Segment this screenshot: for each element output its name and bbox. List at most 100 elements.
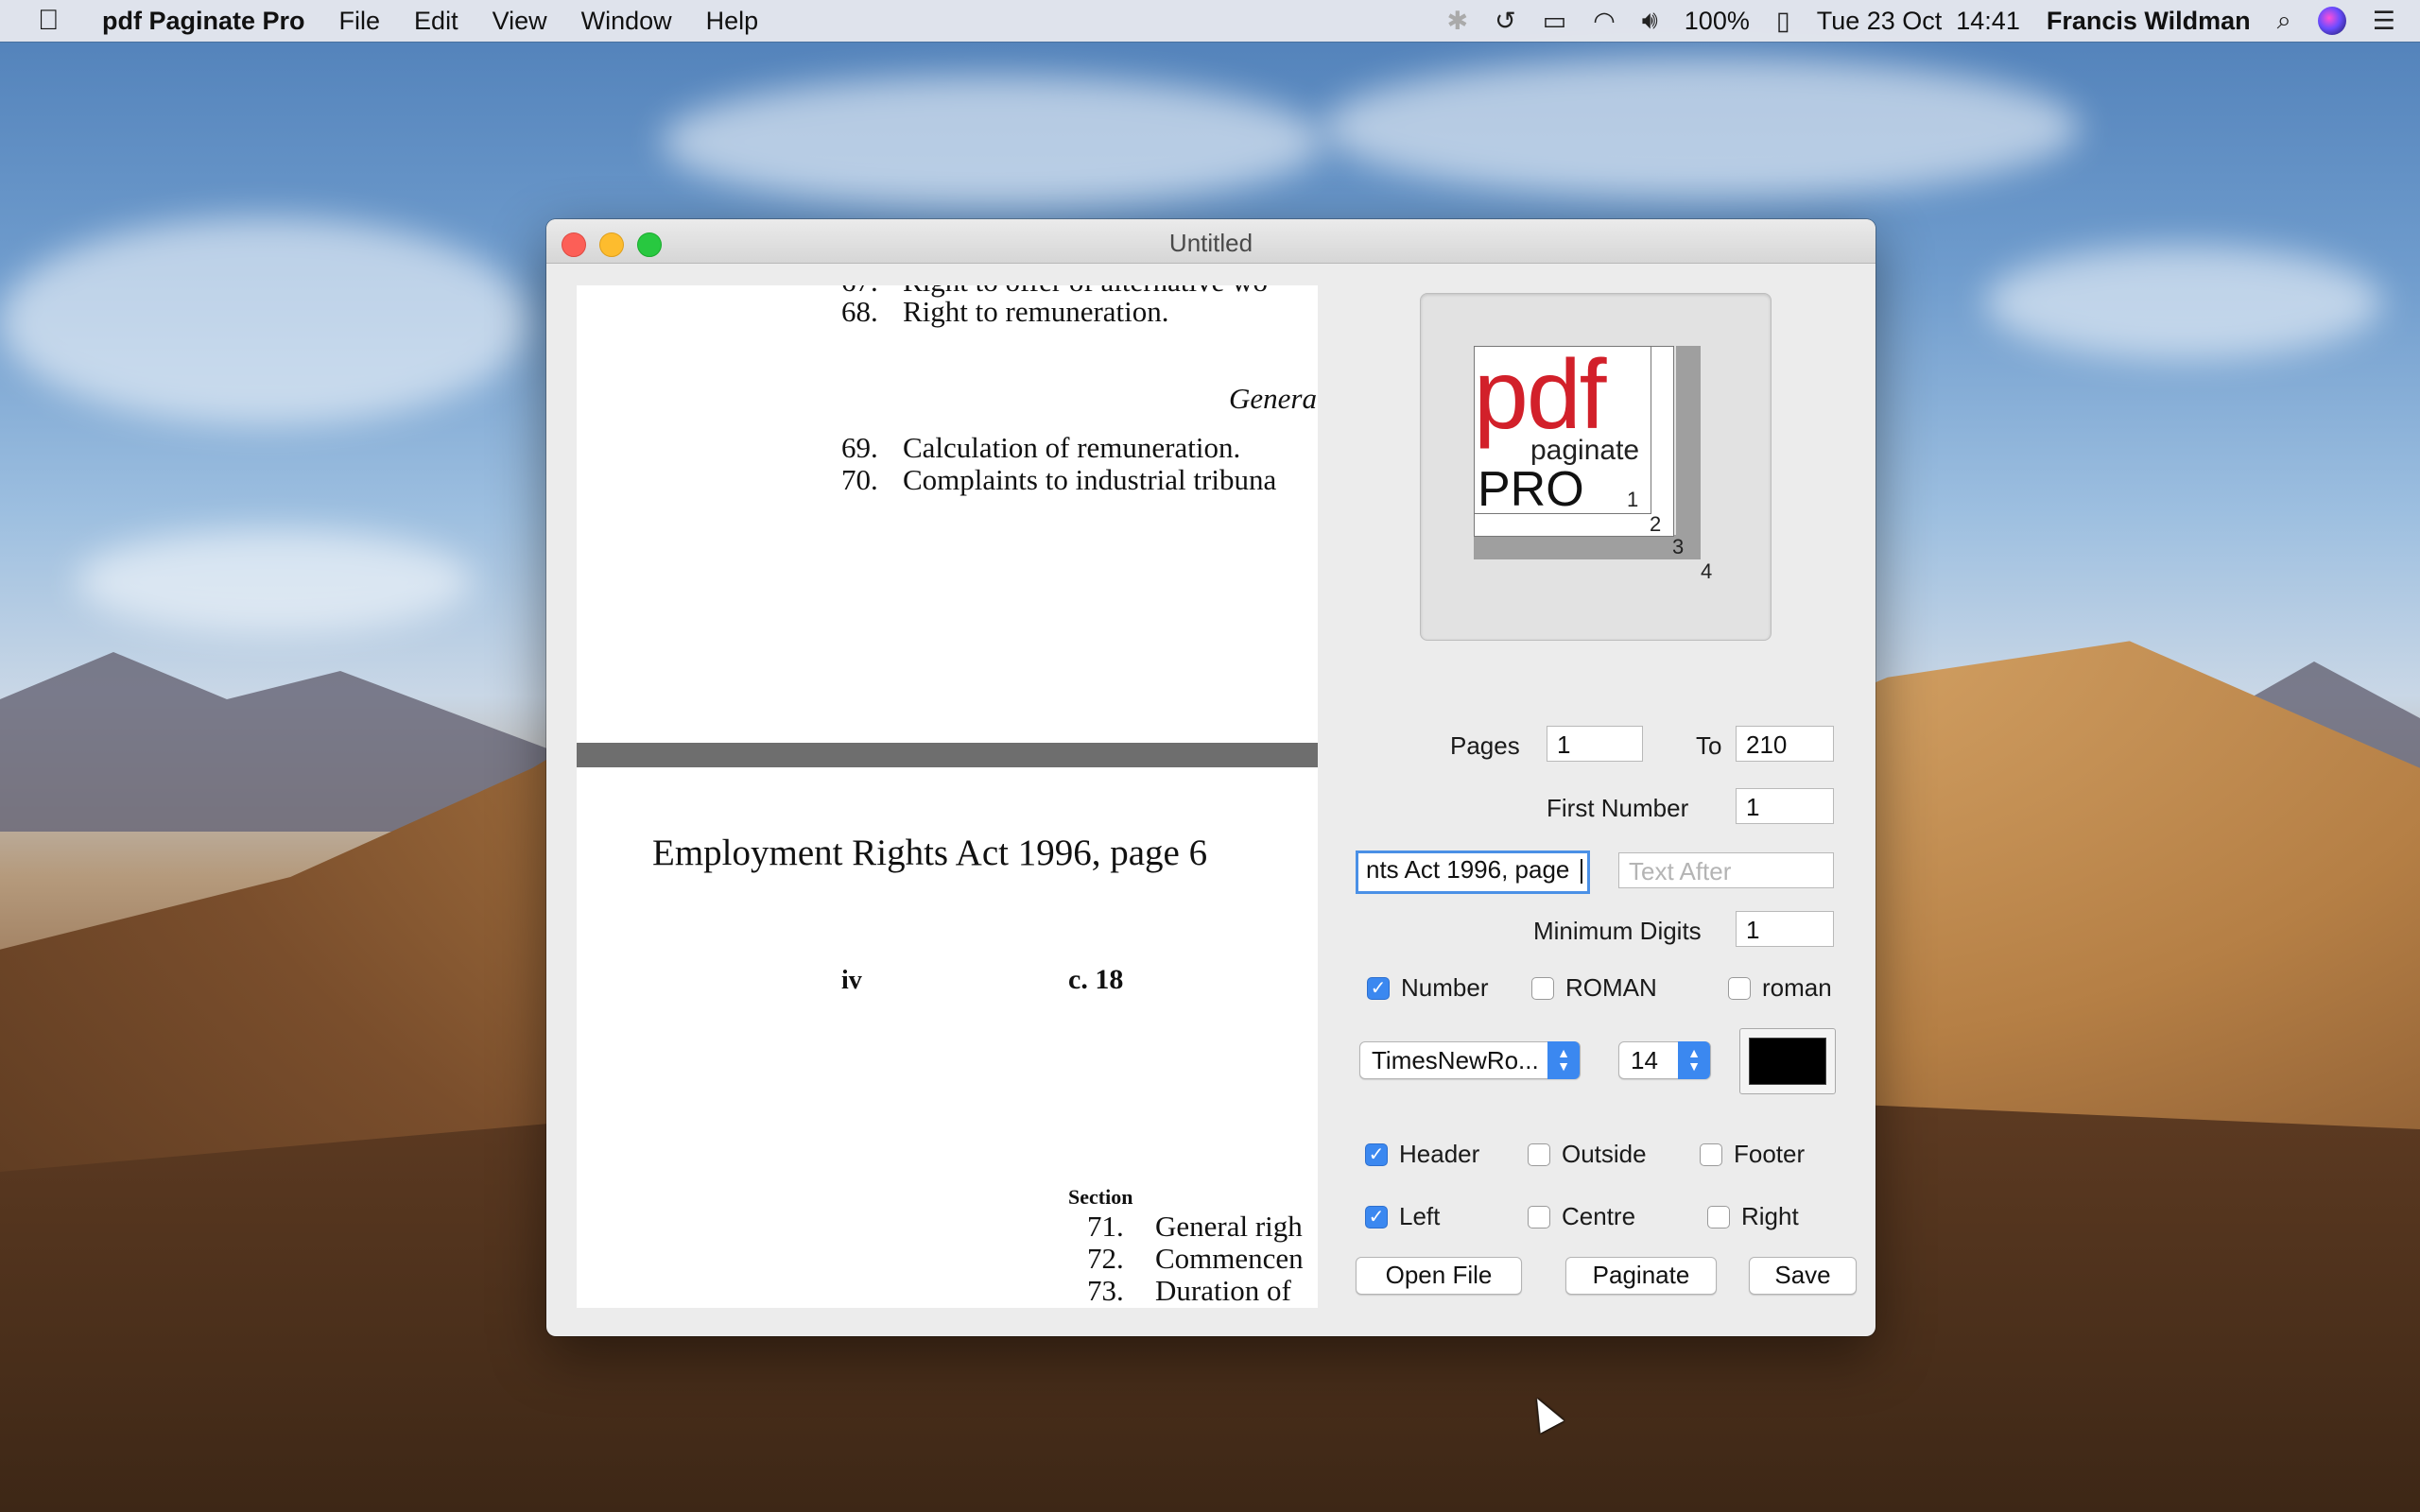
bluetooth-icon[interactable]: ✱	[1446, 7, 1468, 36]
menu-help[interactable]: Help	[706, 7, 759, 36]
pdf-preview[interactable]: 67. Right to offer of alternative wo 68.…	[577, 285, 1318, 1308]
title-bar[interactable]: Untitled	[546, 219, 1876, 264]
pages-to-field[interactable]: 210	[1736, 726, 1834, 762]
user-menu[interactable]: Francis Wildman	[2047, 7, 2251, 36]
siri-icon[interactable]	[2317, 7, 2346, 35]
logo-digit: 4	[1701, 559, 1713, 583]
footer-checkbox[interactable]: Footer	[1700, 1140, 1805, 1169]
checkbox-box	[1528, 1205, 1550, 1228]
app-logo: pdf paginate PRO 1 2 3 4	[1474, 340, 1712, 583]
pages-from-field[interactable]: 1	[1547, 726, 1643, 762]
toc-number: 73.	[1087, 1274, 1124, 1307]
centre-checkbox-label: Centre	[1562, 1202, 1636, 1230]
toc-number: 69.	[841, 431, 878, 464]
checkbox-box	[1531, 976, 1554, 1000]
page-roman-number: iv	[841, 966, 862, 995]
logo-digit: 2	[1650, 512, 1662, 536]
font-popup[interactable]: TimesNewRo... ▲ ▼	[1359, 1041, 1581, 1079]
first-number-field[interactable]: 1	[1736, 788, 1834, 824]
roman-lower-checkbox[interactable]: roman	[1728, 973, 1832, 1003]
number-checkbox[interactable]: ✓ Number	[1367, 973, 1488, 1003]
logo-digit: 1	[1627, 488, 1639, 511]
spotlight-search-icon[interactable]: ⌕	[2277, 6, 2291, 36]
roman-lower-checkbox-label: roman	[1762, 973, 1832, 1002]
popup-arrows-icon: ▲ ▼	[1547, 1041, 1580, 1079]
cloud	[1985, 246, 2382, 359]
text-after-placeholder: Text After	[1629, 857, 1732, 885]
right-checkbox-label: Right	[1741, 1202, 1799, 1230]
toc-number: 72.	[1087, 1242, 1124, 1275]
to-label: To	[1696, 731, 1722, 760]
menu-bar:  pdf Paginate Pro File Edit View Window…	[0, 0, 2420, 42]
section-label: Section	[1068, 1185, 1133, 1209]
checkbox-box	[1528, 1143, 1550, 1166]
toc-heading: Genera	[1229, 382, 1317, 415]
menu-file[interactable]: File	[339, 7, 381, 36]
roman-upper-checkbox[interactable]: ROMAN	[1531, 973, 1657, 1003]
menu-view[interactable]: View	[493, 7, 547, 36]
wifi-icon[interactable]: ◠	[1593, 7, 1616, 36]
app-window: Untitled 67. Right to offer of alternati…	[546, 219, 1876, 1336]
font-size-value: 14	[1631, 1046, 1658, 1074]
header-checkbox[interactable]: ✓ Header	[1365, 1140, 1479, 1169]
notification-center-icon[interactable]: ☰	[2373, 7, 2395, 36]
chapter-label: c. 18	[1068, 964, 1124, 995]
color-swatch	[1749, 1038, 1826, 1085]
checkmark-icon: ✓	[1365, 1143, 1388, 1166]
toc-entry: General righ	[1155, 1210, 1303, 1243]
logo-pdf-text: pdf	[1474, 340, 1607, 450]
toc-entry: Commencen	[1155, 1242, 1304, 1275]
checkmark-icon: ✓	[1367, 976, 1390, 1000]
open-file-button[interactable]: Open File	[1356, 1257, 1522, 1295]
text-before-value: nts Act 1996, page	[1366, 855, 1577, 884]
checkbox-box	[1728, 976, 1751, 1000]
popup-arrows-icon: ▲ ▼	[1678, 1041, 1710, 1079]
logo-pro-text: PRO	[1478, 462, 1584, 517]
status-area: ✱ ↺ ▭ ◠ 🔊︎ 100% ▯ Tue 23 Oct 14:41 Franc…	[1446, 0, 2395, 42]
battery-percent: 100%	[1684, 6, 1750, 35]
page-break	[577, 743, 1318, 767]
toc-entry: Right to remuneration.	[903, 295, 1169, 328]
cloud	[0, 217, 529, 425]
centre-checkbox[interactable]: Centre	[1528, 1202, 1635, 1231]
apple-menu-icon[interactable]: 	[38, 5, 66, 37]
outside-checkbox[interactable]: Outside	[1528, 1140, 1647, 1169]
save-button[interactable]: Save	[1749, 1257, 1857, 1295]
header-checkbox-label: Header	[1399, 1140, 1480, 1168]
window-title: Untitled	[1168, 229, 1253, 257]
number-checkbox-label: Number	[1401, 973, 1489, 1002]
minimum-digits-label: Minimum Digits	[1533, 917, 1702, 945]
cloud	[76, 529, 473, 633]
toc-entry: Duration of	[1155, 1274, 1291, 1307]
left-checkbox-label: Left	[1399, 1202, 1441, 1230]
color-well[interactable]	[1739, 1028, 1836, 1094]
page-header-preview: Employment Rights Act 1996, page 6	[652, 833, 1208, 873]
checkbox-box	[1700, 1143, 1722, 1166]
roman-upper-checkbox-label: ROMAN	[1565, 973, 1657, 1002]
time-machine-icon[interactable]: ↺	[1495, 7, 1516, 36]
outside-checkbox-label: Outside	[1562, 1140, 1647, 1168]
text-caret	[1580, 859, 1582, 885]
airplay-icon[interactable]: ▭	[1543, 7, 1567, 36]
toc-number: 70.	[841, 463, 878, 496]
cloud	[1323, 57, 2080, 198]
app-menu[interactable]: pdf Paginate Pro	[102, 7, 305, 36]
toc-entry: Complaints to industrial tribuna	[903, 463, 1277, 496]
pages-label: Pages	[1450, 731, 1520, 760]
cloud	[662, 76, 1323, 208]
paginate-button[interactable]: Paginate	[1565, 1257, 1717, 1295]
volume-icon[interactable]: 🔊︎	[1642, 6, 1658, 36]
battery-icon[interactable]: ▯	[1776, 7, 1790, 36]
text-after-field[interactable]: Text After	[1618, 852, 1834, 888]
menu-window[interactable]: Window	[581, 7, 672, 36]
menu-edit[interactable]: Edit	[414, 7, 458, 36]
left-checkbox[interactable]: ✓ Left	[1365, 1202, 1440, 1231]
logo-well: pdf paginate PRO 1 2 3 4	[1420, 293, 1772, 641]
minimum-digits-field[interactable]: 1	[1736, 911, 1834, 947]
clock[interactable]: Tue 23 Oct 14:41	[1817, 7, 2020, 36]
footer-checkbox-label: Footer	[1734, 1140, 1806, 1168]
first-number-label: First Number	[1547, 794, 1689, 822]
font-size-popup[interactable]: 14 ▲ ▼	[1618, 1041, 1711, 1079]
text-before-field[interactable]: nts Act 1996, page	[1356, 850, 1590, 894]
right-checkbox[interactable]: Right	[1707, 1202, 1799, 1231]
